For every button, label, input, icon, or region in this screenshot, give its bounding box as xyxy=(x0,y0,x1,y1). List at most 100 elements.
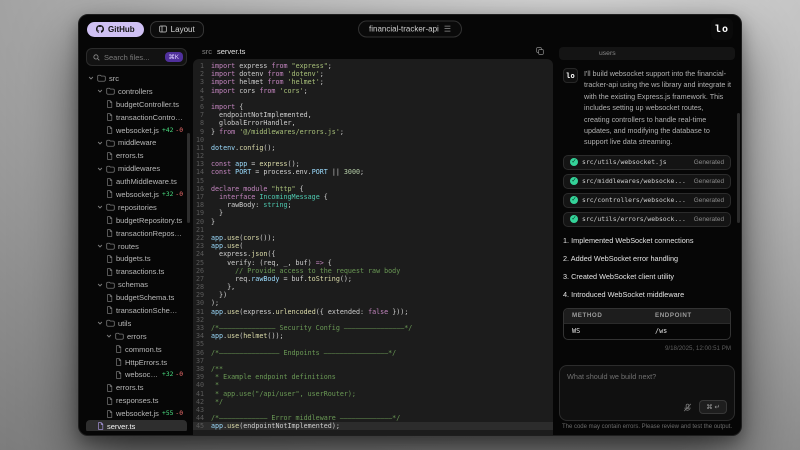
tree-file-responses.ts[interactable]: responses.ts xyxy=(86,394,187,407)
layout-icon xyxy=(158,25,167,33)
line-number: 38 xyxy=(195,364,204,373)
code-line: 11 dotenv. config (); xyxy=(193,144,553,152)
tree-file-budgets.ts[interactable]: budgets.ts xyxy=(86,252,187,265)
generated-file-card[interactable]: ✓ src/utils/errors/websock... Generated xyxy=(563,211,731,227)
tree-file-common.ts[interactable]: common.ts xyxy=(86,343,187,356)
message-timestamp: 9/18/2025, 12:00:51 PM xyxy=(664,344,731,352)
check-icon: ✓ xyxy=(570,215,578,224)
line-number: 37 xyxy=(195,356,204,365)
file-icon xyxy=(106,229,113,237)
code-line: 37 xyxy=(193,357,553,365)
tree-file-websocket.js[interactable]: websocket.js +55 -0 xyxy=(86,407,187,420)
tree-file-websocket.js[interactable]: websocket.js +42 -0 xyxy=(86,124,187,137)
folder-icon xyxy=(106,319,115,327)
line-number: 24 xyxy=(195,250,204,259)
chat-input[interactable] xyxy=(567,372,727,398)
step-list: 1. Implemented WebSocket connections 2. A… xyxy=(563,236,731,299)
chat-scrollbar[interactable] xyxy=(737,113,740,223)
tree-file-transactionSchema.ts[interactable]: transactionSchema.ts xyxy=(86,304,187,317)
tree-file-transactionController.ts[interactable]: transactionController.ts xyxy=(86,111,187,124)
composer-actions: ⌘ ↵ xyxy=(683,400,727,414)
tree-item-label: websocket.js xyxy=(125,370,159,380)
search-input[interactable] xyxy=(104,52,161,62)
folder-icon xyxy=(106,242,115,250)
tree-item-label: transactionRepository.ts xyxy=(116,228,183,238)
generated-file-status: Generated xyxy=(693,196,724,204)
tree-folder-routes[interactable]: routes xyxy=(86,240,187,253)
tree-file-authMiddleware.ts[interactable]: authMiddleware.ts xyxy=(86,175,187,188)
file-tree: src controllers budgetController.ts transac… xyxy=(86,72,187,431)
breadcrumb-dir: src xyxy=(202,46,212,56)
code-line: 29 }) xyxy=(193,291,553,299)
tree-folder-errors[interactable]: errors xyxy=(86,330,187,343)
line-number: 30 xyxy=(195,299,204,308)
tree-folder-utils[interactable]: utils xyxy=(86,317,187,330)
folder-icon xyxy=(97,74,106,82)
line-number: 5 xyxy=(199,94,204,103)
window-body: ⌘K src controllers budgetController.ts tran… xyxy=(79,43,741,435)
project-pill[interactable]: financial-tracker-api ☰ xyxy=(358,20,462,38)
tree-item-label: transactionController.ts xyxy=(116,112,183,122)
tree-folder-src[interactable]: src xyxy=(86,72,187,85)
mic-icon[interactable] xyxy=(683,403,692,412)
tree-folder-middlewares[interactable]: middlewares xyxy=(86,162,187,175)
generated-file-list: ✓ src/utils/websocket.js Generated ✓ src/mid… xyxy=(563,154,731,227)
layout-button[interactable]: Layout xyxy=(149,20,204,38)
titlebar: GitHub Layout financial-tracker-api ☰ lo xyxy=(79,15,741,43)
send-shortcut-label: ⌘ ↵ xyxy=(706,404,720,411)
diff-stats: +32 -0 xyxy=(162,190,183,198)
github-button[interactable]: GitHub xyxy=(87,21,144,37)
file-icon xyxy=(106,126,113,134)
chat-composer[interactable]: ⌘ ↵ xyxy=(559,365,735,421)
tree-file-budgetController.ts[interactable]: budgetController.ts xyxy=(86,98,187,111)
table-cell: WS xyxy=(564,322,647,339)
line-number: 36 xyxy=(195,348,204,357)
generated-file-card[interactable]: ✓ src/utils/websocket.js Generated xyxy=(563,154,731,170)
send-button[interactable]: ⌘ ↵ xyxy=(699,400,727,414)
file-icon xyxy=(115,371,122,379)
file-icon xyxy=(106,152,113,160)
code-line: 6 import { xyxy=(193,103,553,111)
tree-file-HttpErrors.ts[interactable]: HttpErrors.ts xyxy=(86,356,187,369)
assistant-message-text: I'll build websocket support into the fi… xyxy=(584,69,732,147)
copy-file-button[interactable] xyxy=(536,47,544,55)
generated-file-card[interactable]: ✓ src/controllers/websocke... Generated xyxy=(563,192,731,208)
code-line: 3 import helmet from 'helmet'; xyxy=(193,78,553,86)
code-line: 30); xyxy=(193,299,553,307)
tree-file-budgetSchema.ts[interactable]: budgetSchema.ts xyxy=(86,291,187,304)
generated-file-card[interactable]: ✓ src/middlewares/websocke... Generated xyxy=(563,173,731,189)
project-name: financial-tracker-api xyxy=(369,24,439,34)
tree-folder-controllers[interactable]: controllers xyxy=(86,85,187,98)
file-icon xyxy=(106,177,113,186)
tree-file-errors.ts[interactable]: errors.ts xyxy=(86,149,187,162)
code-area[interactable]: 1 import express from "express"; 2 import d… xyxy=(193,59,553,435)
tree-item-label: common.ts xyxy=(125,344,162,354)
code-line: 21 xyxy=(193,226,553,234)
tree-file-websocket.js[interactable]: websocket.js+32-0 xyxy=(86,188,187,201)
code-line: 23 app. use( xyxy=(193,242,553,250)
tree-item-label: repositories xyxy=(118,202,157,212)
tree-file-server.ts[interactable]: server.ts xyxy=(86,420,187,431)
app-logo: lo xyxy=(711,18,733,40)
tree-file-transactionRepository.ts[interactable]: transactionRepository.ts xyxy=(86,227,187,240)
tree-file-websocket.js[interactable]: websocket.js+32-0 xyxy=(86,368,187,381)
tree-folder-schemas[interactable]: schemas xyxy=(86,278,187,291)
file-search[interactable]: ⌘K xyxy=(86,48,187,66)
file-icon xyxy=(106,255,113,263)
chevron-down-icon xyxy=(106,333,112,339)
line-number: 45 xyxy=(195,422,204,431)
code-line: 8 globalErrorHandler, xyxy=(193,119,553,127)
tree-folder-middleware[interactable]: middleware xyxy=(86,136,187,149)
tree-file-transactions.ts[interactable]: transactions.ts xyxy=(86,265,187,278)
code-line: 42 */ xyxy=(193,398,553,406)
file-icon xyxy=(97,422,104,431)
tree-item-label: budgetRepository.ts xyxy=(116,215,183,225)
tree-file-budgetRepository.ts[interactable]: budgetRepository.ts xyxy=(86,214,187,227)
tree-file-errors.ts[interactable]: errors.ts xyxy=(86,381,187,394)
tree-folder-repositories[interactable]: repositories xyxy=(86,201,187,214)
session-tab[interactable]: users xyxy=(559,47,735,60)
code-line: 10 xyxy=(193,136,553,144)
chevron-down-icon xyxy=(97,166,103,172)
step-item: 1. Implemented WebSocket connections xyxy=(563,235,694,245)
sidebar-scrollbar[interactable] xyxy=(187,133,190,223)
